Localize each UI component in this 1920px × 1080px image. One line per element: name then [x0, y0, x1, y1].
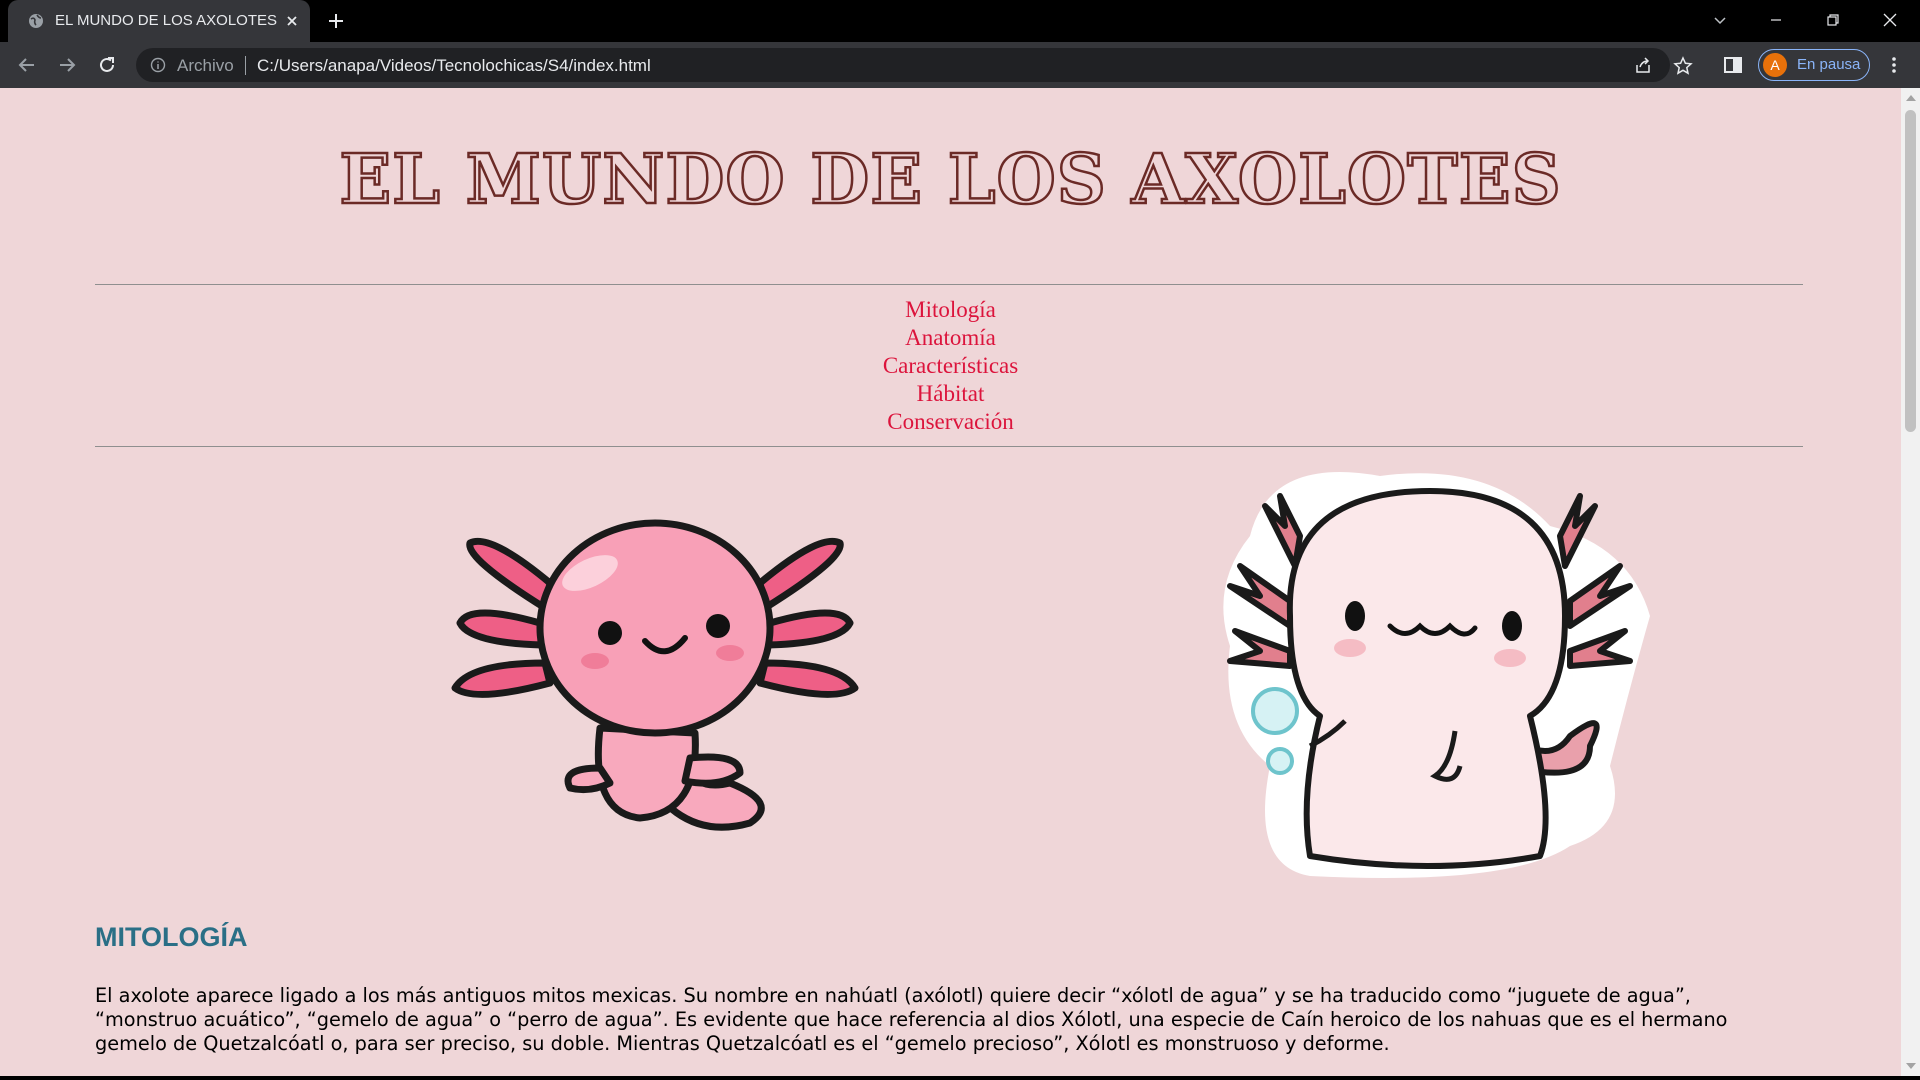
- browser-toolbar: Archivo C:/Users/anapa/Videos/Tecnolochi…: [0, 42, 1920, 88]
- close-icon[interactable]: [283, 12, 301, 30]
- forward-icon[interactable]: [56, 54, 78, 76]
- globe-icon: [29, 14, 43, 28]
- kebab-menu-icon[interactable]: [1883, 54, 1905, 76]
- scroll-down-arrow[interactable]: [1906, 1063, 1916, 1069]
- scroll-thumb[interactable]: [1905, 110, 1916, 432]
- page-title: EL MUNDO DE LOS AXOLOTES: [338, 139, 1562, 222]
- back-icon[interactable]: [16, 54, 38, 76]
- avatar: A: [1763, 53, 1787, 77]
- nav-link-mitologia[interactable]: Mitología: [0, 296, 1901, 324]
- nav-link-habitat[interactable]: Hábitat: [0, 380, 1901, 408]
- nav-link-anatomia[interactable]: Anatomía: [0, 324, 1901, 352]
- active-tab[interactable]: EL MUNDO DE LOS AXOLOTES: [8, 0, 310, 42]
- file-scheme-label: Archivo: [177, 56, 234, 75]
- url-divider: [245, 56, 246, 75]
- scroll-up-arrow[interactable]: [1906, 95, 1916, 101]
- profile-status: En pausa: [1797, 56, 1861, 73]
- profile-button[interactable]: A En pausa: [1758, 49, 1870, 81]
- nav-link-conservacion[interactable]: Conservación: [0, 408, 1901, 436]
- nav-link-caracteristicas[interactable]: Características: [0, 352, 1901, 380]
- side-panel-icon[interactable]: [1722, 54, 1744, 76]
- section-paragraph: El axolote aparece ligado a los más anti…: [95, 984, 1728, 1055]
- section-nav: Mitología Anatomía Características Hábit…: [0, 296, 1901, 436]
- section-heading-mitologia: MITOLOGÍA: [95, 922, 248, 952]
- tab-strip: EL MUNDO DE LOS AXOLOTES: [0, 0, 1920, 42]
- tab-title: EL MUNDO DE LOS AXOLOTES: [55, 12, 278, 29]
- page-viewport: EL MUNDO DE LOS AXOLOTES Mitología Anato…: [0, 88, 1901, 1076]
- plus-icon[interactable]: [326, 11, 346, 31]
- divider-bottom: [95, 446, 1803, 447]
- share-icon[interactable]: [1633, 56, 1653, 76]
- address-bar[interactable]: Archivo C:/Users/anapa/Videos/Tecnolochi…: [136, 48, 1670, 82]
- reload-icon[interactable]: [96, 54, 118, 76]
- minimize-icon[interactable]: [1766, 10, 1786, 30]
- vertical-scrollbar[interactable]: [1901, 88, 1920, 1076]
- restore-icon[interactable]: [1823, 10, 1843, 30]
- window-bottom-edge: [0, 1076, 1920, 1080]
- star-icon[interactable]: [1673, 56, 1693, 76]
- url-text[interactable]: C:/Users/anapa/Videos/Tecnolochicas/S4/i…: [257, 56, 651, 76]
- close-window-icon[interactable]: [1880, 10, 1900, 30]
- chevron-down-icon[interactable]: [1710, 10, 1730, 30]
- divider-top: [95, 284, 1803, 285]
- info-icon[interactable]: [150, 57, 166, 73]
- axolotl-white-image: [1223, 472, 1650, 878]
- axolotl-pink-image: [451, 519, 859, 831]
